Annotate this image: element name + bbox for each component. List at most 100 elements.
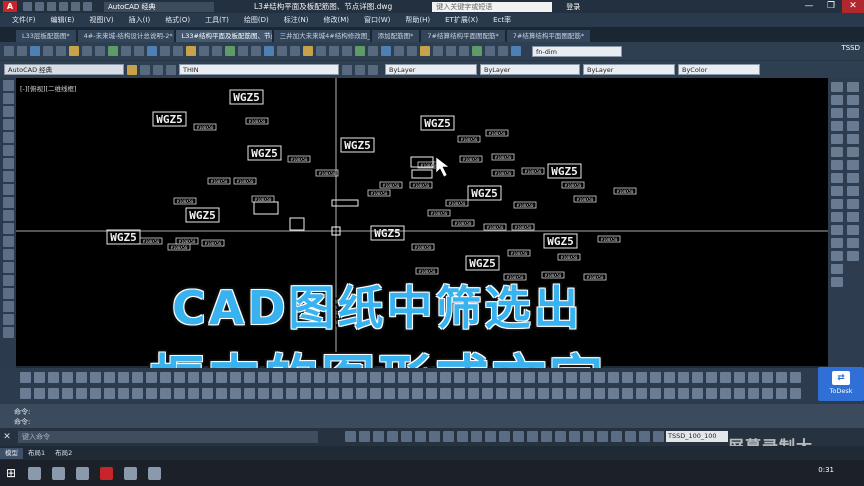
file-tab[interactable]: 7#结算结构平面图配筋* bbox=[421, 30, 505, 42]
extend-icon[interactable] bbox=[831, 212, 843, 222]
toolbar-button-icon[interactable] bbox=[146, 372, 157, 383]
toolbar-button-icon[interactable] bbox=[678, 372, 689, 383]
erase-icon[interactable] bbox=[831, 82, 843, 92]
tab-model[interactable]: 模型 bbox=[0, 447, 23, 459]
leader-icon[interactable] bbox=[847, 199, 859, 209]
toolbar-button-icon[interactable] bbox=[524, 372, 535, 383]
circle-icon[interactable] bbox=[2, 158, 14, 169]
maximize-button[interactable]: ❐ bbox=[820, 0, 842, 13]
toolbar-button-icon[interactable] bbox=[202, 388, 213, 399]
open-file-icon[interactable] bbox=[35, 2, 44, 11]
toolbar-button-icon[interactable] bbox=[650, 388, 661, 399]
status-toggle-icon[interactable] bbox=[485, 431, 496, 442]
toolbar-button-icon[interactable] bbox=[748, 372, 759, 383]
toolbar-button-icon[interactable] bbox=[720, 388, 731, 399]
dim-diameter-icon[interactable] bbox=[847, 147, 859, 157]
zoom-icon[interactable] bbox=[160, 46, 170, 56]
rotate-icon[interactable] bbox=[831, 160, 843, 170]
login-button[interactable]: 登录 bbox=[566, 2, 580, 12]
new-icon[interactable] bbox=[4, 46, 14, 56]
toolbar-button-icon[interactable] bbox=[538, 372, 549, 383]
toolbar-button-icon[interactable] bbox=[664, 388, 675, 399]
properties-icon[interactable] bbox=[186, 46, 196, 56]
layer-icon[interactable] bbox=[329, 46, 339, 56]
toolbar-button-icon[interactable] bbox=[426, 388, 437, 399]
toolbar-button-icon[interactable] bbox=[622, 372, 633, 383]
undo-icon[interactable] bbox=[121, 46, 131, 56]
toolbar-button-icon[interactable] bbox=[314, 388, 325, 399]
status-toggle-icon[interactable] bbox=[569, 431, 580, 442]
search-input[interactable]: 键入关键字或短语 bbox=[432, 1, 553, 12]
menu-modify[interactable]: 修改(M) bbox=[323, 15, 349, 25]
join-icon[interactable] bbox=[831, 238, 843, 248]
print-icon[interactable] bbox=[59, 2, 68, 11]
toolbar-button-icon[interactable] bbox=[538, 388, 549, 399]
dim-edit-icon[interactable] bbox=[847, 238, 859, 248]
dimension-icon[interactable] bbox=[511, 46, 521, 56]
toolbar-button-icon[interactable] bbox=[258, 388, 269, 399]
dim-continue-icon[interactable] bbox=[847, 186, 859, 196]
toolbar-button-icon[interactable] bbox=[454, 372, 465, 383]
status-toggle-icon[interactable] bbox=[611, 431, 622, 442]
polygon-icon[interactable] bbox=[2, 119, 14, 130]
close-command-line-icon[interactable]: ✕ bbox=[0, 432, 14, 442]
toolbar-button-icon[interactable] bbox=[720, 372, 731, 383]
toolbar-button-icon[interactable] bbox=[776, 388, 787, 399]
status-toggle-icon[interactable] bbox=[359, 431, 370, 442]
region-icon[interactable] bbox=[2, 288, 14, 299]
calculator-icon[interactable] bbox=[251, 46, 261, 56]
status-toggle-icon[interactable] bbox=[345, 431, 356, 442]
status-toggle-icon[interactable] bbox=[415, 431, 426, 442]
toolbar-button-icon[interactable] bbox=[216, 388, 227, 399]
menu-dimension[interactable]: 标注(N) bbox=[284, 15, 309, 25]
toolbar-button-icon[interactable] bbox=[636, 372, 647, 383]
toolbar-button-icon[interactable] bbox=[776, 372, 787, 383]
undo-icon[interactable] bbox=[71, 2, 80, 11]
toolbar-button-icon[interactable] bbox=[20, 388, 31, 399]
toolbar-button-icon[interactable] bbox=[426, 372, 437, 383]
toolbar-button-icon[interactable] bbox=[132, 388, 143, 399]
lineweight-combo[interactable]: ByLayer bbox=[583, 64, 675, 75]
toolbar-button-icon[interactable] bbox=[188, 388, 199, 399]
toolbar-button-icon[interactable] bbox=[34, 388, 45, 399]
linetype-combo[interactable]: ByLayer bbox=[480, 64, 580, 75]
tssd-label[interactable]: TSSD bbox=[841, 44, 860, 52]
toolbar-button-icon[interactable] bbox=[706, 372, 717, 383]
toolbar-button-icon[interactable] bbox=[160, 388, 171, 399]
toolbar-button-icon[interactable] bbox=[762, 372, 773, 383]
status-toggle-icon[interactable] bbox=[401, 431, 412, 442]
toolbar-button-icon[interactable] bbox=[650, 372, 661, 383]
status-toggle-icon[interactable] bbox=[527, 431, 538, 442]
tab-layout2[interactable]: 布局2 bbox=[50, 448, 77, 459]
layer-lock-icon[interactable] bbox=[407, 46, 417, 56]
file-tab[interactable]: L33层板配筋图* bbox=[16, 30, 76, 42]
construction-line-icon[interactable] bbox=[2, 93, 14, 104]
toolbar-button-icon[interactable] bbox=[412, 372, 423, 383]
mirror-icon[interactable] bbox=[831, 108, 843, 118]
gradient-icon[interactable] bbox=[2, 275, 14, 286]
command-input[interactable]: 键入命令 bbox=[18, 431, 318, 443]
region-icon[interactable] bbox=[472, 46, 482, 56]
sheet-set-icon[interactable] bbox=[225, 46, 235, 56]
browser-icon[interactable] bbox=[70, 462, 94, 484]
layer-iso-icon[interactable] bbox=[368, 46, 378, 56]
toolbar-button-icon[interactable] bbox=[230, 388, 241, 399]
tab-layout1[interactable]: 布局1 bbox=[23, 448, 50, 459]
redo-icon[interactable] bbox=[134, 46, 144, 56]
revision-cloud-icon[interactable] bbox=[2, 171, 14, 182]
status-toggle-icon[interactable] bbox=[471, 431, 482, 442]
toolbar-button-icon[interactable] bbox=[272, 388, 283, 399]
center-mark-icon[interactable] bbox=[847, 225, 859, 235]
toolbar-button-icon[interactable] bbox=[622, 388, 633, 399]
dim-update-icon[interactable] bbox=[847, 251, 859, 261]
toolbar-button-icon[interactable] bbox=[34, 372, 45, 383]
tolerance-icon[interactable] bbox=[847, 212, 859, 222]
gradient-icon[interactable] bbox=[459, 46, 469, 56]
toolbar-button-icon[interactable] bbox=[328, 388, 339, 399]
toolbar-button-icon[interactable] bbox=[482, 372, 493, 383]
toolbar-button-icon[interactable] bbox=[706, 388, 717, 399]
toolbar-button-icon[interactable] bbox=[62, 388, 73, 399]
status-toggle-icon[interactable] bbox=[443, 431, 454, 442]
menu-ect[interactable]: Ect率 bbox=[493, 15, 511, 25]
windows-start-icon[interactable]: ⊞ bbox=[0, 462, 22, 484]
